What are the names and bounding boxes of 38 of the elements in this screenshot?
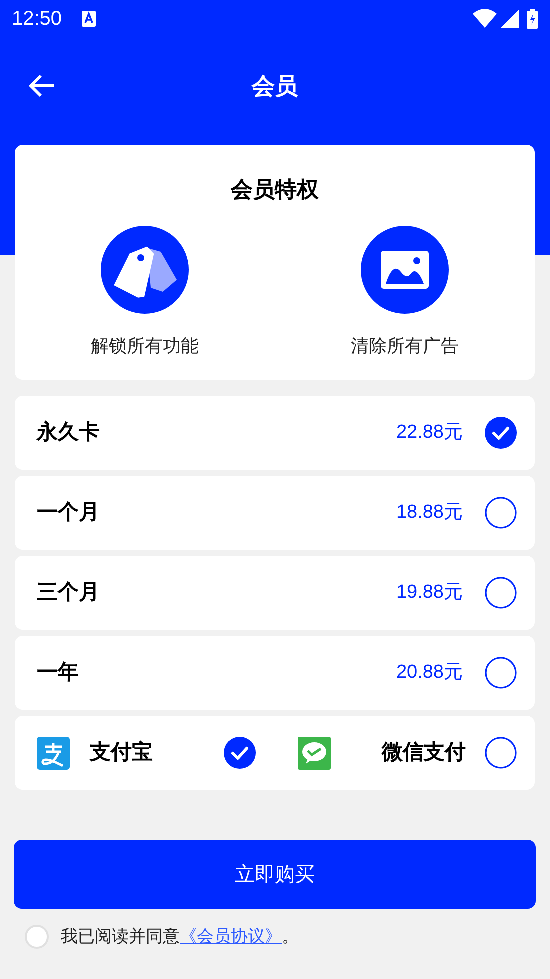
plan-price: 22.88元 (396, 420, 463, 445)
page-title: 会员 (252, 72, 298, 101)
privilege-label: 解锁所有功能 (91, 335, 199, 358)
privilege-label: 清除所有广告 (351, 335, 459, 358)
plan-name: 三个月 (37, 580, 101, 606)
agreement-checkbox[interactable] (25, 924, 49, 949)
alipay-icon (37, 736, 70, 770)
payment-label: 支付宝 (90, 740, 154, 766)
checked-radio-icon[interactable] (485, 417, 517, 449)
agreement-text: 我已阅读并同意《会员协议》。 (61, 926, 299, 948)
plan-row[interactable]: 一个月 18.88元 (15, 476, 535, 550)
plan-price: 20.88元 (396, 660, 463, 685)
card-title: 会员特权 (231, 176, 319, 204)
plan-price: 18.88元 (396, 500, 463, 525)
plan-row[interactable]: 永久卡 22.88元 (15, 396, 535, 470)
back-arrow-icon[interactable] (28, 74, 56, 98)
plan-name: 一个月 (37, 500, 101, 526)
notification-icon (82, 10, 96, 26)
wechat-pay-icon (298, 736, 331, 770)
status-time: 12:50 (12, 6, 62, 32)
radio-icon[interactable] (485, 737, 517, 769)
radio-icon[interactable] (485, 657, 517, 689)
battery-icon (527, 8, 538, 28)
plan-row[interactable]: 三个月 19.88元 (15, 556, 535, 630)
agreement-link[interactable]: 《会员协议》 (180, 927, 282, 946)
buy-button[interactable]: 立即购买 (14, 840, 536, 909)
plan-name: 永久卡 (37, 420, 101, 446)
wifi-icon (473, 9, 497, 28)
signal-icon (501, 10, 519, 28)
image-icon (361, 226, 449, 314)
plan-price: 19.88元 (396, 580, 463, 605)
tags-icon (101, 226, 189, 314)
radio-icon[interactable] (485, 497, 517, 529)
radio-icon[interactable] (485, 577, 517, 609)
plan-row[interactable]: 一年 20.88元 (15, 636, 535, 710)
checked-radio-icon[interactable] (224, 737, 256, 769)
plan-name: 一年 (37, 660, 80, 686)
payment-label: 微信支付 (380, 740, 466, 766)
